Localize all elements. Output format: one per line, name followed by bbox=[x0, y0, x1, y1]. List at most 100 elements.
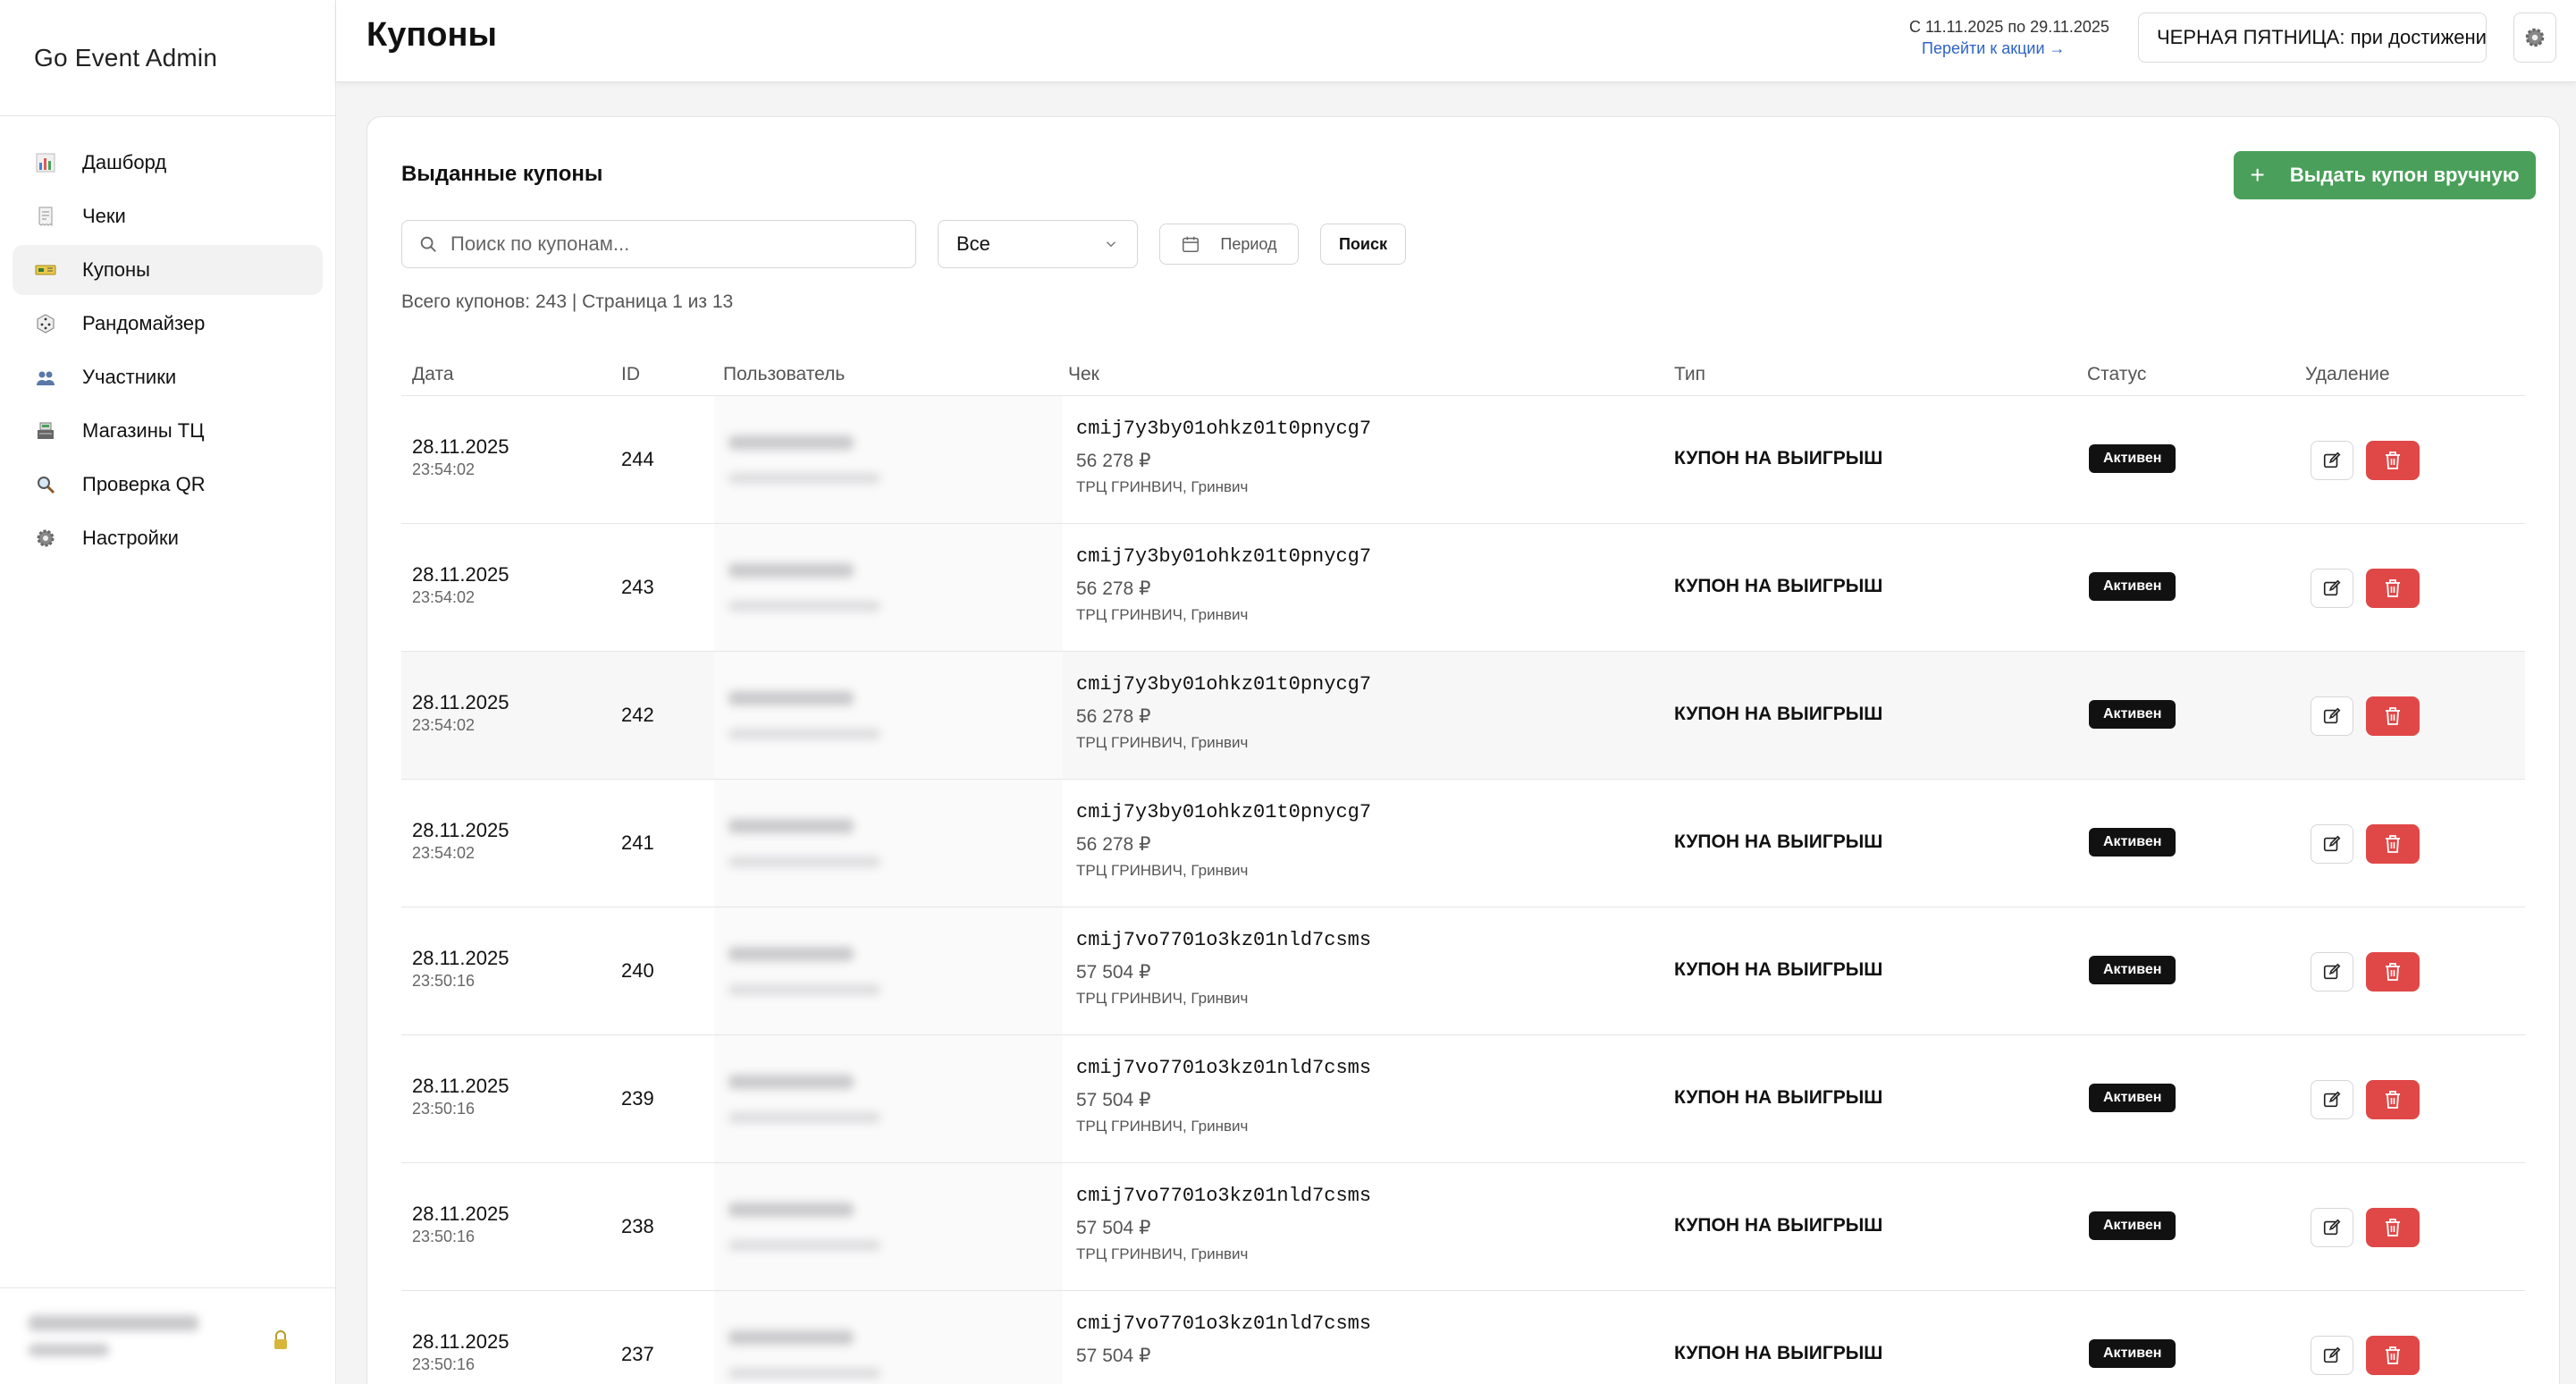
cell-type: КУПОН НА ВЫИГРЫШ bbox=[1674, 959, 1883, 980]
edit-button[interactable] bbox=[2311, 441, 2353, 480]
status-badge: Активен bbox=[2089, 956, 2176, 984]
edit-button[interactable] bbox=[2311, 696, 2353, 736]
promo-select[interactable]: ЧЕРНАЯ ПЯТНИЦА: при достижении bbox=[2138, 13, 2487, 63]
promo-dates: С 11.11.2025 по 29.11.2025 bbox=[1909, 18, 2109, 36]
user-name-blurred bbox=[728, 947, 854, 961]
cell-user-blurred bbox=[714, 524, 1063, 651]
sidebar-item-checks[interactable]: Чеки bbox=[13, 191, 323, 241]
status-badge: Активен bbox=[2089, 1339, 2176, 1368]
sidebar-item-label: Настройки bbox=[82, 527, 179, 549]
delete-button[interactable] bbox=[2366, 824, 2420, 864]
sidebar-item-mall-stores[interactable]: Магазины ТЦ bbox=[13, 406, 323, 456]
sidebar-item-randomizer[interactable]: Рандомайзер bbox=[13, 299, 323, 349]
user-profile[interactable] bbox=[0, 1287, 335, 1384]
cell-check-sum: 56 278 ₽ bbox=[1076, 706, 1151, 727]
user-contact-blurred bbox=[728, 1240, 880, 1251]
edit-button[interactable] bbox=[2311, 569, 2353, 608]
cell-check-id[interactable]: cmij7vo7701o3kz01nld7csms bbox=[1076, 1057, 1371, 1079]
table-row[interactable]: 28.11.2025 23:50:16 240 cmij7vo7701o3kz0… bbox=[401, 907, 2525, 1035]
delete-button[interactable] bbox=[2366, 1080, 2420, 1119]
cell-check-id[interactable]: cmij7y3by01ohkz01t0pnycg7 bbox=[1076, 801, 1371, 823]
cell-date: 28.11.2025 bbox=[412, 1075, 509, 1097]
user-contact-blurred bbox=[728, 729, 880, 739]
trash-icon bbox=[2386, 1091, 2400, 1109]
cell-time: 23:50:16 bbox=[412, 1228, 476, 1245]
column-date[interactable]: Дата bbox=[412, 364, 454, 385]
cell-type: КУПОН НА ВЫИГРЫШ bbox=[1674, 1087, 1883, 1108]
sidebar-item-label: Купоны bbox=[82, 258, 150, 281]
cell-type: КУПОН НА ВЫИГРЫШ bbox=[1674, 1343, 1883, 1363]
edit-button[interactable] bbox=[2311, 1080, 2353, 1119]
sidebar-item-participants[interactable]: Участники bbox=[13, 352, 323, 402]
delete-button[interactable] bbox=[2366, 569, 2420, 608]
coupon-search[interactable] bbox=[401, 220, 916, 268]
table-row[interactable]: 28.11.2025 23:50:16 237 cmij7vo7701o3kz0… bbox=[401, 1291, 2525, 1384]
cell-time: 23:54:02 bbox=[412, 588, 476, 606]
cell-check-mall: ТРЦ ГРИНВИЧ, Гринвич bbox=[1076, 478, 1249, 495]
cell-time: 23:54:02 bbox=[412, 460, 476, 478]
cell-check-mall: ТРЦ ГРИНВИЧ, Гринвич bbox=[1076, 1118, 1249, 1135]
table-row[interactable]: 28.11.2025 23:54:02 243 cmij7y3by01ohkz0… bbox=[401, 524, 2525, 652]
status-filter-select[interactable]: Все bbox=[938, 220, 1138, 268]
user-name-blurred bbox=[728, 1203, 854, 1217]
search-button[interactable]: Поиск bbox=[1320, 224, 1406, 265]
cell-check-id[interactable]: cmij7vo7701o3kz01nld7csms bbox=[1076, 1185, 1371, 1207]
delete-button[interactable] bbox=[2366, 441, 2420, 480]
cell-date: 28.11.2025 bbox=[412, 1203, 509, 1225]
ticket-icon bbox=[34, 258, 57, 282]
cell-check-id[interactable]: cmij7vo7701o3kz01nld7csms bbox=[1076, 1312, 1371, 1335]
trash-icon bbox=[2386, 1219, 2400, 1236]
delete-button[interactable] bbox=[2366, 696, 2420, 736]
cell-check-mall: ТРЦ ГРИНВИЧ, Гринвич bbox=[1076, 734, 1249, 751]
trash-icon bbox=[2386, 707, 2400, 725]
promo-link[interactable]: Перейти к акции → bbox=[1922, 39, 2066, 58]
sidebar-nav: Дашборд Чеки Купоны Рандомайзер Участник… bbox=[0, 116, 335, 563]
cell-check-id[interactable]: cmij7y3by01ohkz01t0pnycg7 bbox=[1076, 545, 1371, 568]
sidebar-item-label: Проверка QR bbox=[82, 473, 206, 495]
table-row[interactable]: 28.11.2025 23:54:02 242 cmij7y3by01ohkz0… bbox=[401, 652, 2525, 780]
sidebar-item-coupons[interactable]: Купоны bbox=[13, 245, 323, 295]
edit-button[interactable] bbox=[2311, 952, 2353, 992]
column-type[interactable]: Тип bbox=[1674, 364, 1705, 385]
cell-date: 28.11.2025 bbox=[412, 819, 509, 841]
table-row[interactable]: 28.11.2025 23:54:02 241 cmij7y3by01ohkz0… bbox=[401, 780, 2525, 907]
lock-icon[interactable] bbox=[273, 1330, 289, 1350]
edit-icon bbox=[2323, 451, 2341, 468]
edit-button[interactable] bbox=[2311, 1336, 2353, 1375]
user-contact-blurred bbox=[728, 984, 880, 995]
card-title: Выданные купоны bbox=[401, 162, 603, 186]
issue-coupon-button[interactable]: + Выдать купон вручную bbox=[2234, 151, 2536, 199]
settings-button[interactable] bbox=[2513, 13, 2556, 63]
cell-check-id[interactable]: cmij7y3by01ohkz01t0pnycg7 bbox=[1076, 418, 1371, 440]
edit-icon bbox=[2323, 707, 2341, 724]
cell-id: 244 bbox=[621, 448, 654, 470]
edit-button[interactable] bbox=[2311, 824, 2353, 864]
sidebar-item-label: Участники bbox=[82, 366, 177, 388]
column-status[interactable]: Статус bbox=[2087, 364, 2146, 385]
cell-check-id[interactable]: cmij7y3by01ohkz01t0pnycg7 bbox=[1076, 673, 1371, 696]
sidebar-item-qr-check[interactable]: Проверка QR bbox=[13, 460, 323, 510]
sidebar-item-dashboard[interactable]: Дашборд bbox=[13, 138, 323, 188]
cell-type: КУПОН НА ВЫИГРЫШ bbox=[1674, 448, 1883, 468]
period-button[interactable]: Период bbox=[1159, 224, 1299, 265]
delete-button[interactable] bbox=[2366, 952, 2420, 992]
edit-icon bbox=[2323, 1091, 2341, 1108]
table-row[interactable]: 28.11.2025 23:50:16 238 cmij7vo7701o3kz0… bbox=[401, 1163, 2525, 1291]
search-input[interactable] bbox=[450, 232, 880, 256]
table-row[interactable]: 28.11.2025 23:50:16 239 cmij7vo7701o3kz0… bbox=[401, 1035, 2525, 1163]
edit-button[interactable] bbox=[2311, 1208, 2353, 1247]
edit-icon bbox=[2323, 1219, 2341, 1236]
column-check[interactable]: Чек bbox=[1068, 364, 1099, 385]
table-row[interactable]: 28.11.2025 23:54:02 244 cmij7y3by01ohkz0… bbox=[401, 396, 2525, 524]
sidebar-item-settings[interactable]: Настройки bbox=[13, 513, 323, 563]
column-user[interactable]: Пользователь bbox=[723, 364, 845, 385]
user-contact-blurred bbox=[728, 1368, 880, 1379]
cell-check-sum: 57 504 ₽ bbox=[1076, 962, 1151, 983]
delete-button[interactable] bbox=[2366, 1336, 2420, 1375]
column-id[interactable]: ID bbox=[621, 364, 640, 385]
cell-check-id[interactable]: cmij7vo7701o3kz01nld7csms bbox=[1076, 929, 1371, 951]
receipt-icon bbox=[34, 205, 57, 228]
user-contact-blurred bbox=[728, 601, 880, 612]
delete-button[interactable] bbox=[2366, 1208, 2420, 1247]
magnifier-icon bbox=[34, 473, 57, 496]
